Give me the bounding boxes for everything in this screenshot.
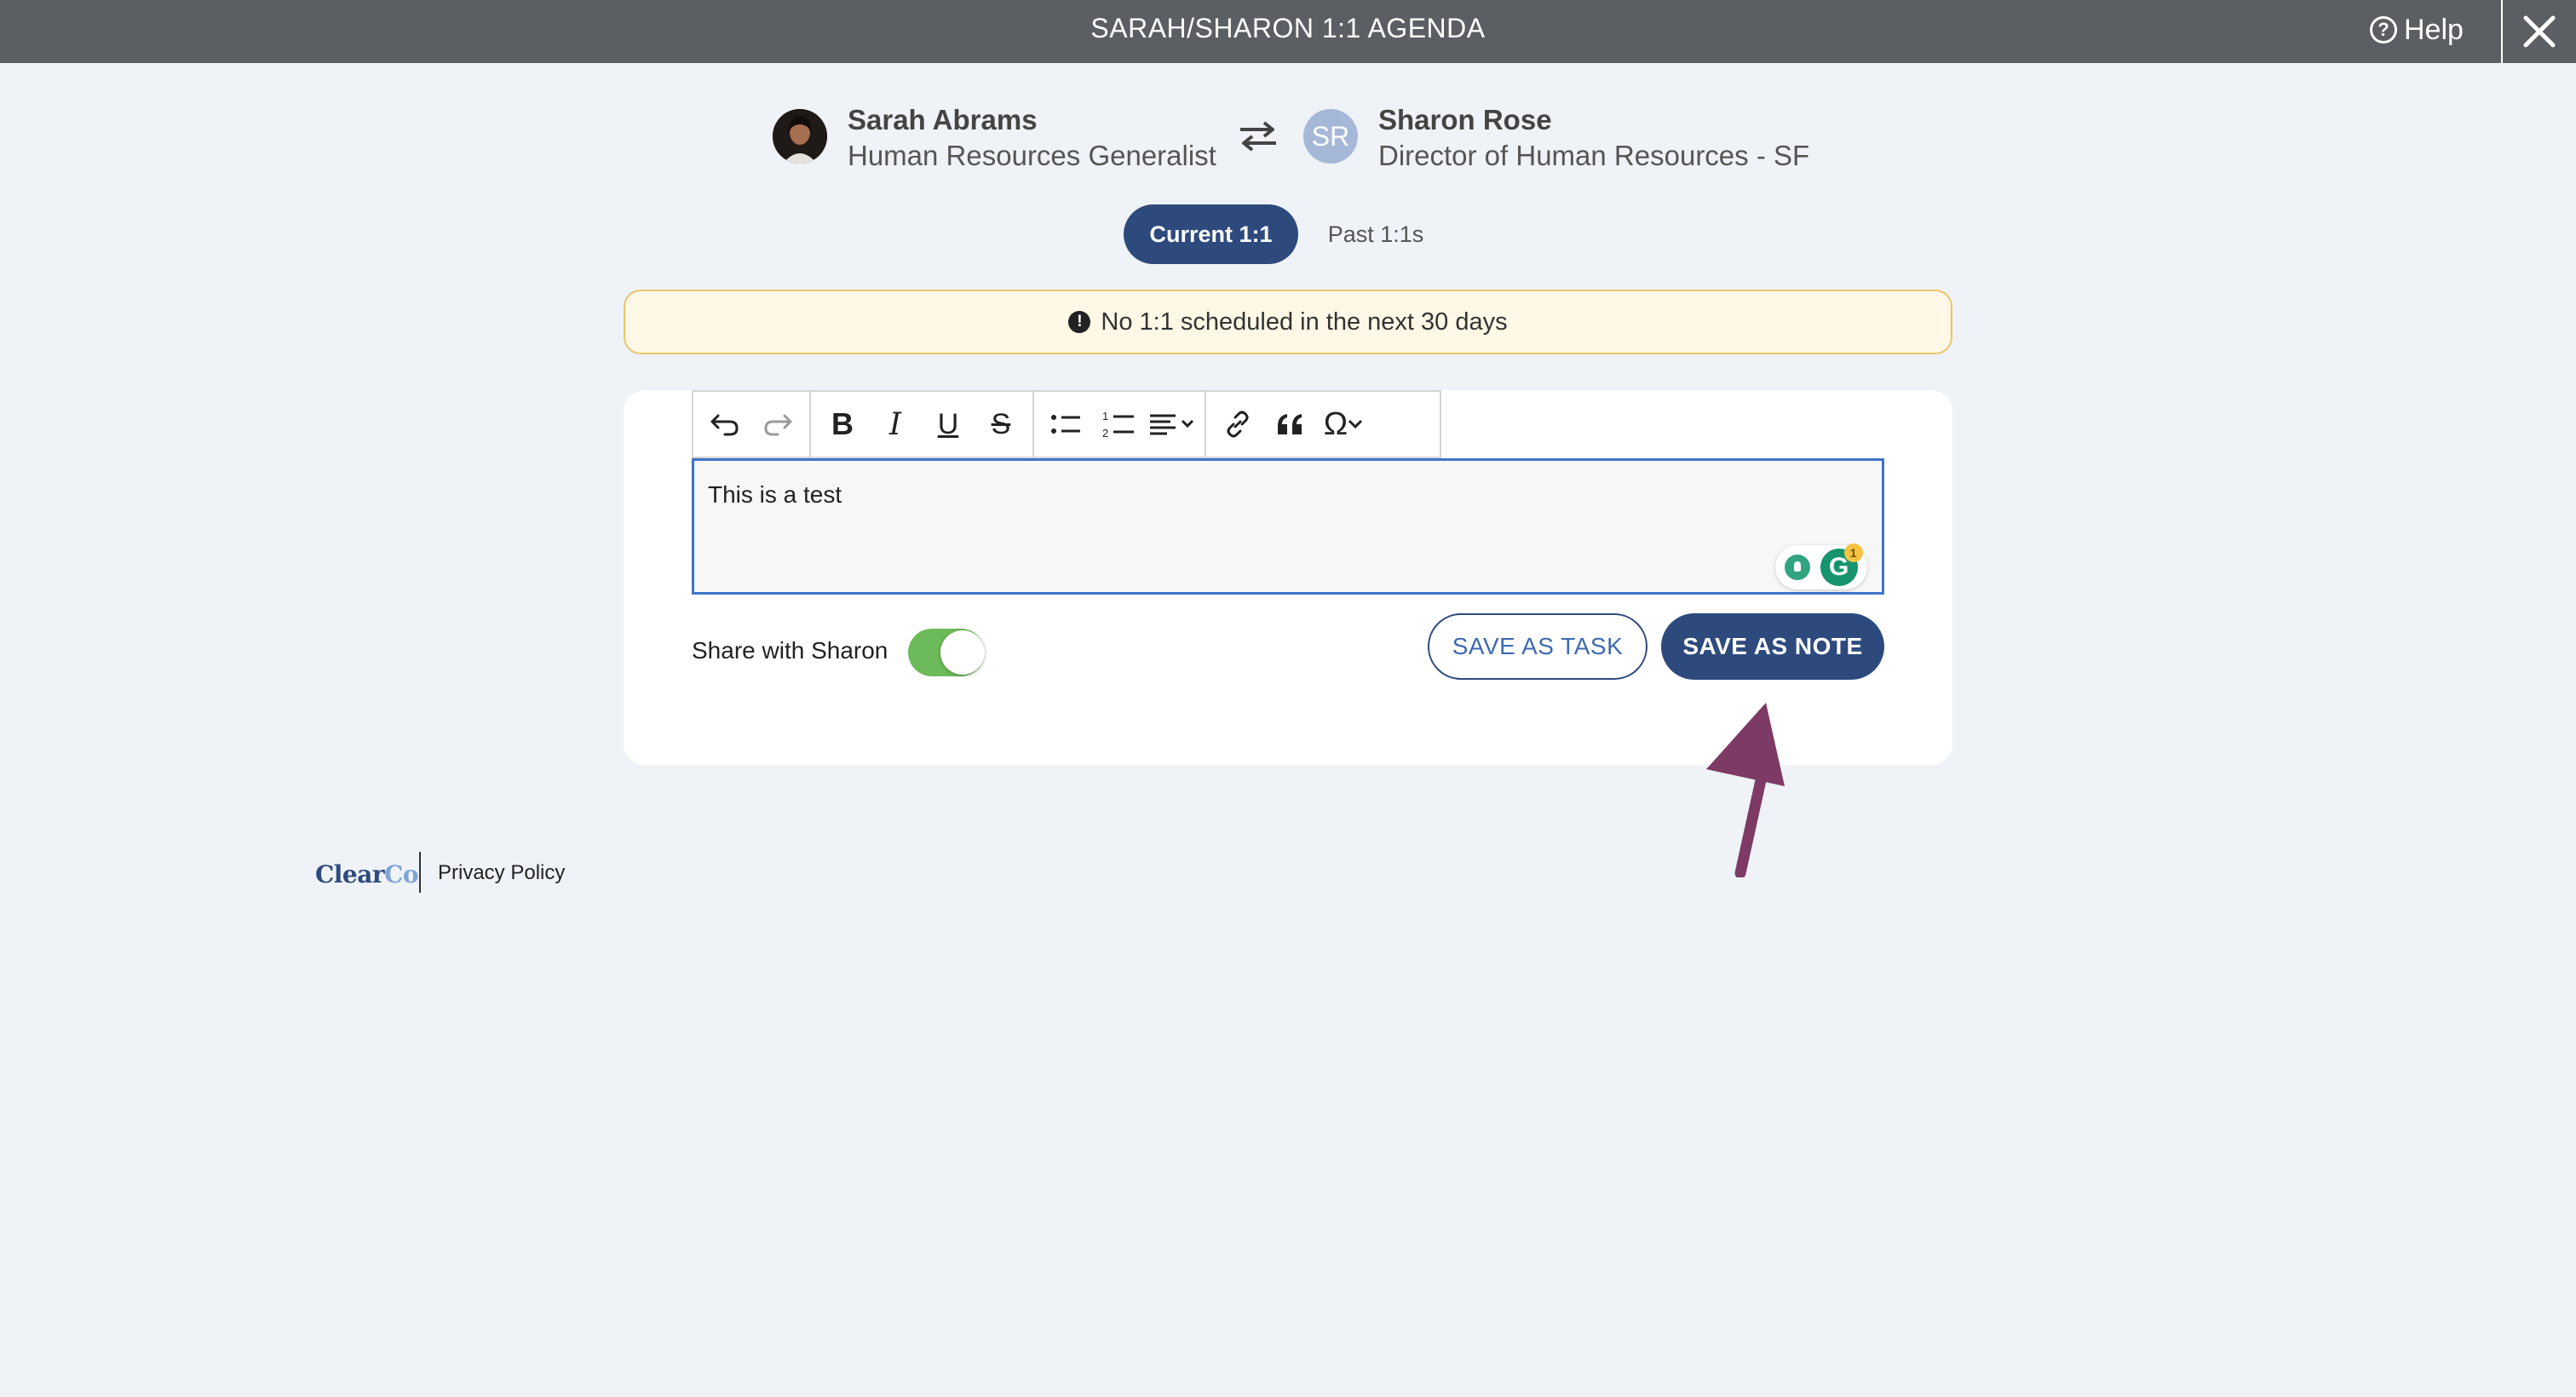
bold-icon: B xyxy=(831,406,854,441)
underline-button[interactable]: U xyxy=(922,399,975,450)
person-photo-icon xyxy=(773,109,827,164)
page-title: SARAH/SHARON 1:1 AGENDA xyxy=(1090,13,1486,43)
footer-divider xyxy=(419,852,421,893)
save-as-task-button[interactable]: SAVE AS TASK xyxy=(1428,613,1647,680)
strikethrough-icon: S xyxy=(991,407,1011,440)
clearco-logo: ClearCo xyxy=(315,860,419,888)
link-button[interactable] xyxy=(1211,399,1264,450)
link-icon xyxy=(1227,411,1249,438)
tab-past-1on1s[interactable]: Past 1:1s xyxy=(1312,204,1440,264)
top-bar: SARAH/SHARON 1:1 AGENDA ? Help xyxy=(0,0,2576,63)
help-button[interactable]: ? Help xyxy=(2370,0,2515,60)
editor-toolbar: B I U S 12 Ω xyxy=(692,390,1441,458)
special-character-icon: Ω xyxy=(1323,405,1348,442)
redo-icon xyxy=(764,414,792,436)
schedule-alert: ! No 1:1 scheduled in the next 30 days xyxy=(624,290,1952,354)
special-character-dropdown[interactable]: Ω xyxy=(1317,399,1370,450)
lightbulb-icon[interactable] xyxy=(1785,555,1811,580)
grammarly-icon[interactable]: G 1 xyxy=(1820,543,1863,586)
numbered-list-button[interactable]: 12 xyxy=(1092,399,1145,450)
blockquote-icon xyxy=(1278,414,1302,434)
strikethrough-button[interactable]: S xyxy=(975,399,1027,450)
sharon-avatar: SR xyxy=(1303,109,1358,164)
note-editor[interactable]: This is a test xyxy=(692,458,1884,595)
bullet-list-button[interactable] xyxy=(1039,399,1092,450)
grammarly-badge: 1 xyxy=(1843,543,1863,562)
align-icon xyxy=(1150,414,1194,435)
svg-text:1: 1 xyxy=(1102,410,1108,423)
underline-icon: U xyxy=(937,407,959,440)
close-icon xyxy=(2523,15,2556,48)
alert-text: No 1:1 scheduled in the next 30 days xyxy=(1101,308,1508,336)
other-role: Director of Human Resources - SF xyxy=(1378,140,1810,171)
grammarly-widget[interactable]: G 1 xyxy=(1775,543,1867,589)
history-group xyxy=(693,392,811,457)
svg-text:2: 2 xyxy=(1102,427,1108,440)
undo-icon xyxy=(710,414,739,436)
self-name: Sarah Abrams xyxy=(848,104,1038,135)
sarah-avatar xyxy=(773,109,827,164)
close-button[interactable] xyxy=(2501,0,2576,63)
bold-button[interactable]: B xyxy=(816,399,869,450)
italic-icon: I xyxy=(888,406,902,442)
tab-current-1on1[interactable]: Current 1:1 xyxy=(1124,204,1298,264)
privacy-policy-link[interactable]: Privacy Policy xyxy=(438,861,565,885)
format-group: B I U S xyxy=(811,392,1034,457)
chevron-down-icon xyxy=(1348,419,1363,429)
redo-button[interactable] xyxy=(751,399,804,450)
save-as-note-button[interactable]: SAVE AS NOTE xyxy=(1661,613,1884,680)
numbered-list-icon: 12 xyxy=(1102,410,1134,440)
insert-group: Ω xyxy=(1206,392,1375,457)
italic-button[interactable]: I xyxy=(869,399,922,450)
share-label: Share with Sharon xyxy=(692,637,888,664)
share-toggle[interactable] xyxy=(908,629,985,676)
undo-button[interactable] xyxy=(699,399,751,450)
exclamation-icon: ! xyxy=(1068,311,1091,333)
annotation-arrow-icon xyxy=(1706,703,1785,877)
align-dropdown[interactable] xyxy=(1145,399,1199,450)
editor-content[interactable]: This is a test xyxy=(708,481,842,508)
help-icon: ? xyxy=(2370,16,2397,43)
other-name: Sharon Rose xyxy=(1378,104,1552,135)
list-group: 12 xyxy=(1034,392,1206,457)
bullet-list-icon xyxy=(1051,415,1080,434)
blockquote-button[interactable] xyxy=(1264,399,1317,450)
self-role: Human Resources Generalist xyxy=(848,140,1216,171)
toggle-knob xyxy=(940,630,985,675)
help-label: Help xyxy=(2404,13,2464,46)
swap-arrows-icon xyxy=(1240,121,1276,152)
